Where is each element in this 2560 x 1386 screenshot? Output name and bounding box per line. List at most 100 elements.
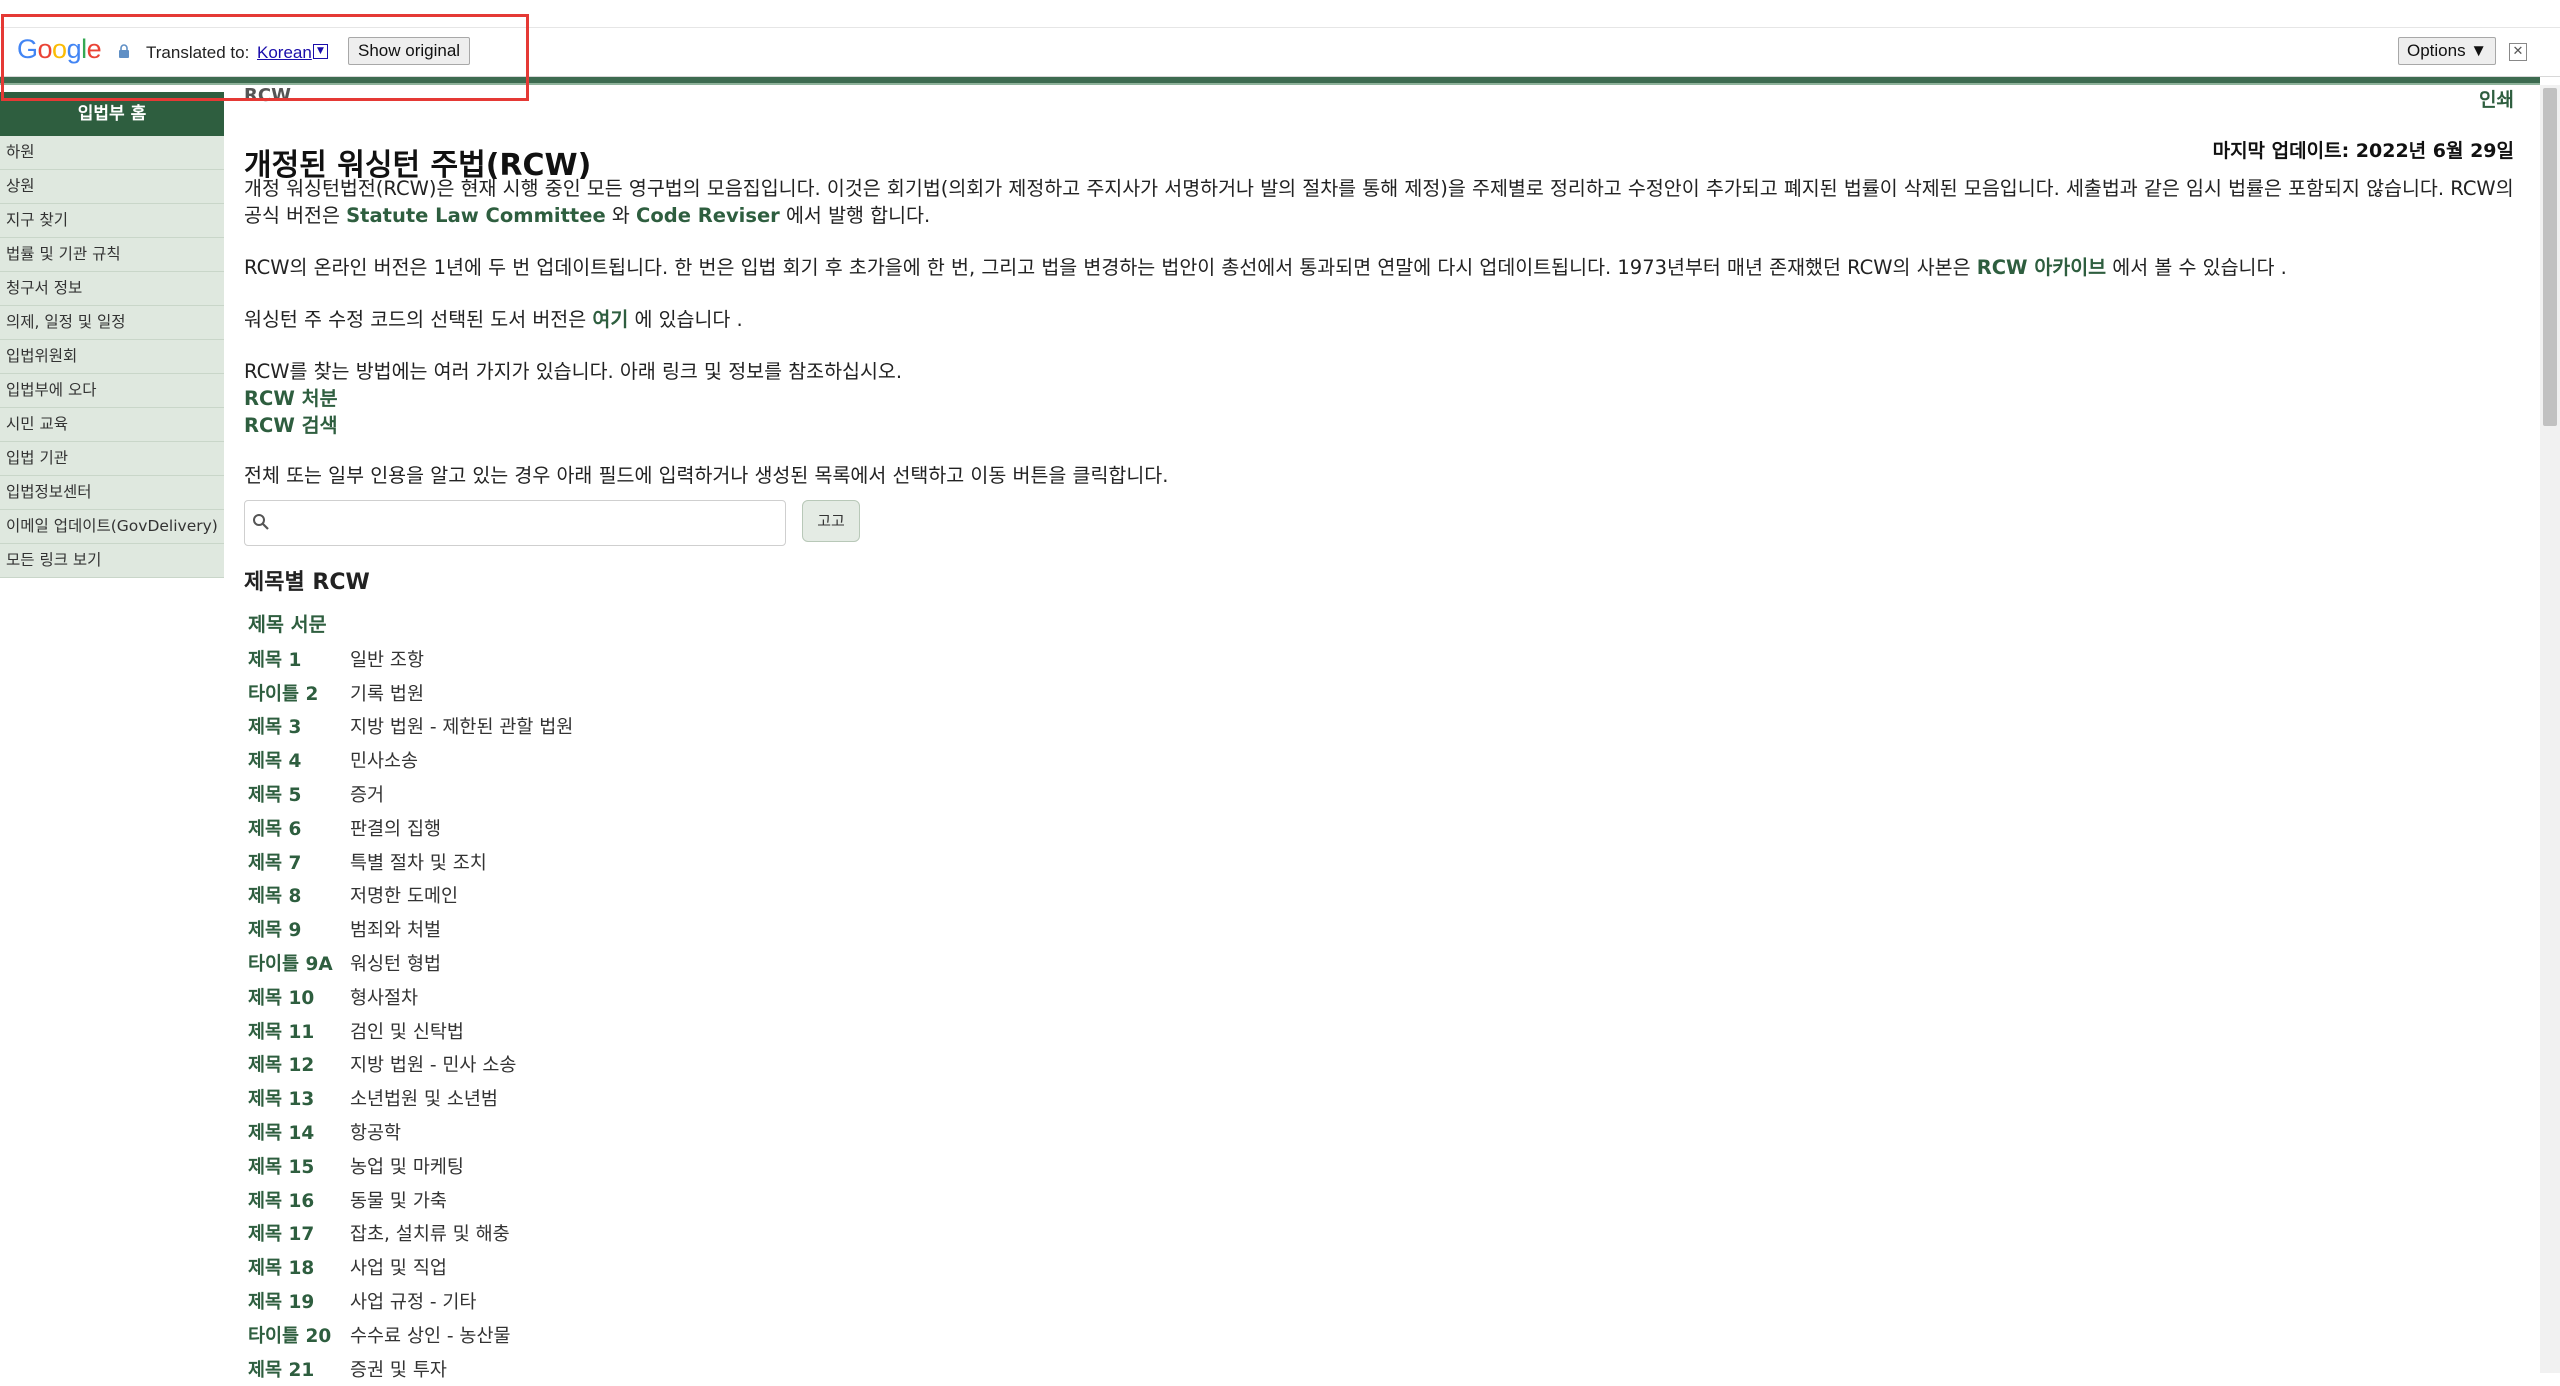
- show-original-button[interactable]: Show original: [348, 37, 471, 65]
- ways-text: RCW를 찾는 방법에는 여러 가지가 있습니다. 아래 링크 및 정보를 참조…: [244, 360, 903, 383]
- rcw-archive-link[interactable]: RCW 아카이브: [1977, 256, 2106, 279]
- title-row: 제목 7 특별 절차 및 조치: [248, 845, 573, 879]
- title-number-link[interactable]: 타이틀 9A: [248, 950, 350, 976]
- title-name: 항공학: [350, 1123, 402, 1145]
- title-row: 타이틀 2 기록 법원: [248, 676, 573, 710]
- title-name: 수수료 상인 - 농산물: [350, 1325, 511, 1347]
- title-number-link[interactable]: 제목 13: [248, 1085, 350, 1111]
- intro-text-2: 와: [605, 204, 637, 227]
- title-name: 형사절차: [350, 987, 419, 1009]
- browser-top-strip: [0, 0, 2560, 28]
- sidebar-item-house[interactable]: 하원: [0, 136, 224, 170]
- statute-law-committee-link[interactable]: Statute Law Committee: [346, 204, 606, 227]
- title-name: 증권 및 투자: [350, 1359, 447, 1381]
- citation-search-box[interactable]: [244, 500, 786, 546]
- title-list: 제목 1 일반 조항 타이틀 2 기록 법원 제목 3 지방 법원 - 제한된 관할 …: [248, 642, 573, 1386]
- section-title-rcw-by-title: 제목별 RCW: [244, 570, 370, 595]
- title-number-link[interactable]: 제목 18: [248, 1254, 350, 1280]
- title-row: 제목 12 지방 법원 - 민사 소송: [248, 1048, 573, 1082]
- sidebar-item-committees[interactable]: 입법위원회: [0, 340, 224, 374]
- print-version-text-1: 워싱턴 주 수정 코드의 선택된 도서 버전은: [244, 308, 593, 331]
- rcw-search-link[interactable]: RCW 검색: [244, 412, 2514, 439]
- here-link[interactable]: 여기: [592, 308, 628, 331]
- online-paragraph: RCW의 온라인 버전은 1년에 두 번 업데이트됩니다. 한 번은 입법 회기…: [244, 254, 2514, 281]
- title-name: 소년법원 및 소년범: [350, 1089, 498, 1111]
- sidebar-item-legislative-agencies[interactable]: 입법 기관: [0, 442, 224, 476]
- title-number-link[interactable]: 제목 1: [248, 646, 350, 672]
- go-button[interactable]: 고고: [802, 500, 860, 542]
- sidebar: 입법부 홈 하원 상원 지구 찾기 법률 및 기관 규칙 청구서 정보 의제, …: [0, 92, 224, 578]
- sidebar-item-senate[interactable]: 상원: [0, 170, 224, 204]
- title-name: 사업 규정 - 기타: [350, 1292, 477, 1314]
- close-icon[interactable]: ✕: [2509, 43, 2527, 61]
- intro-text-3: 에서 발행 합니다.: [779, 204, 931, 227]
- lock-icon: [119, 44, 129, 58]
- print-version-text-2: 에 있습니다 .: [628, 308, 743, 331]
- title-number-link[interactable]: 제목 12: [248, 1051, 350, 1077]
- title-row: 제목 15 농업 및 마케팅: [248, 1149, 573, 1183]
- print-link[interactable]: 인쇄: [2479, 85, 2514, 112]
- title-number-link[interactable]: 제목 7: [248, 849, 350, 875]
- sidebar-item-info-center[interactable]: 입법정보센터: [0, 476, 224, 510]
- title-number-link[interactable]: 타이틀 2: [248, 680, 350, 706]
- title-row: 제목 10 형사절차: [248, 980, 573, 1014]
- title-number-link[interactable]: 제목 14: [248, 1119, 350, 1145]
- title-row: 제목 5 증거: [248, 777, 573, 811]
- code-reviser-link[interactable]: Code Reviser: [636, 204, 780, 227]
- search-icon: [253, 514, 269, 530]
- title-row: 제목 11 검인 및 신탁법: [248, 1014, 573, 1048]
- sidebar-item-laws-rules[interactable]: 법률 및 기관 규칙: [0, 238, 224, 272]
- title-row: 타이틀 20 수수료 상인 - 농산물: [248, 1318, 573, 1352]
- title-name: 잡초, 설치류 및 해충: [350, 1224, 510, 1246]
- google-translate-bar: Google Translated to: Korean ▼ Show orig…: [0, 28, 2560, 77]
- language-dropdown-icon[interactable]: ▼: [313, 44, 328, 59]
- rcw-dispositions-link[interactable]: RCW 처분: [244, 385, 2514, 412]
- title-name: 동물 및 가축: [350, 1190, 447, 1212]
- title-name: 사업 및 직업: [350, 1258, 447, 1280]
- title-preface-link[interactable]: 제목 서문: [248, 608, 327, 637]
- options-button[interactable]: Options ▼: [2398, 37, 2497, 65]
- title-number-link[interactable]: 제목 9: [248, 916, 350, 942]
- title-number-link[interactable]: 제목 19: [248, 1288, 350, 1314]
- title-name: 민사소송: [350, 751, 419, 773]
- title-row: 제목 19 사업 규정 - 기타: [248, 1284, 573, 1318]
- title-row: 제목 8 저명한 도메인: [248, 879, 573, 913]
- language-link[interactable]: Korean: [257, 43, 312, 63]
- sidebar-item-bill-info[interactable]: 청구서 정보: [0, 272, 224, 306]
- citation-input[interactable]: [279, 507, 778, 539]
- title-number-link[interactable]: 제목 17: [248, 1220, 350, 1246]
- title-name: 일반 조항: [350, 649, 424, 671]
- title-name: 농업 및 마케팅: [350, 1156, 464, 1178]
- title-number-link[interactable]: 제목 4: [248, 747, 350, 773]
- title-number-link[interactable]: 제목 21: [248, 1356, 350, 1382]
- sidebar-item-agendas-schedules[interactable]: 의제, 일정 및 일정: [0, 306, 224, 340]
- title-row: 제목 17 잡초, 설치류 및 해충: [248, 1217, 573, 1251]
- title-row: 제목 1 일반 조항: [248, 642, 573, 676]
- sidebar-item-all-links[interactable]: 모든 링크 보기: [0, 544, 224, 578]
- title-name: 저명한 도메인: [350, 886, 459, 908]
- title-number-link[interactable]: 제목 8: [248, 882, 350, 908]
- sidebar-item-visit-legislature[interactable]: 입법부에 오다: [0, 374, 224, 408]
- breadcrumb[interactable]: RCW: [244, 85, 291, 106]
- sidebar-item-email-updates[interactable]: 이메일 업데이트(GovDelivery): [0, 510, 224, 544]
- title-number-link[interactable]: 제목 5: [248, 781, 350, 807]
- title-number-link[interactable]: 타이틀 20: [248, 1322, 350, 1348]
- scrollbar-thumb[interactable]: [2543, 88, 2557, 426]
- title-row: 제목 6 판결의 집행: [248, 811, 573, 845]
- title-number-link[interactable]: 제목 11: [248, 1018, 350, 1044]
- google-logo: Google: [17, 34, 102, 64]
- title-row: 타이틀 9A 워싱턴 형법: [248, 946, 573, 980]
- site-header-strip-accent: [0, 83, 2540, 85]
- sidebar-header-legislature-home[interactable]: 입법부 홈: [0, 92, 224, 136]
- title-number-link[interactable]: 제목 16: [248, 1187, 350, 1213]
- title-number-link[interactable]: 제목 10: [248, 984, 350, 1010]
- title-number-link[interactable]: 제목 6: [248, 815, 350, 841]
- title-number-link[interactable]: 제목 15: [248, 1153, 350, 1179]
- title-name: 증거: [350, 785, 385, 807]
- title-row: 제목 21 증권 및 투자: [248, 1352, 573, 1386]
- title-number-link[interactable]: 제목 3: [248, 713, 350, 739]
- sidebar-item-civic-education[interactable]: 시민 교육: [0, 408, 224, 442]
- title-name: 범죄와 처벌: [350, 920, 441, 942]
- title-name: 검인 및 신탁법: [350, 1021, 464, 1043]
- sidebar-item-find-district[interactable]: 지구 찾기: [0, 204, 224, 238]
